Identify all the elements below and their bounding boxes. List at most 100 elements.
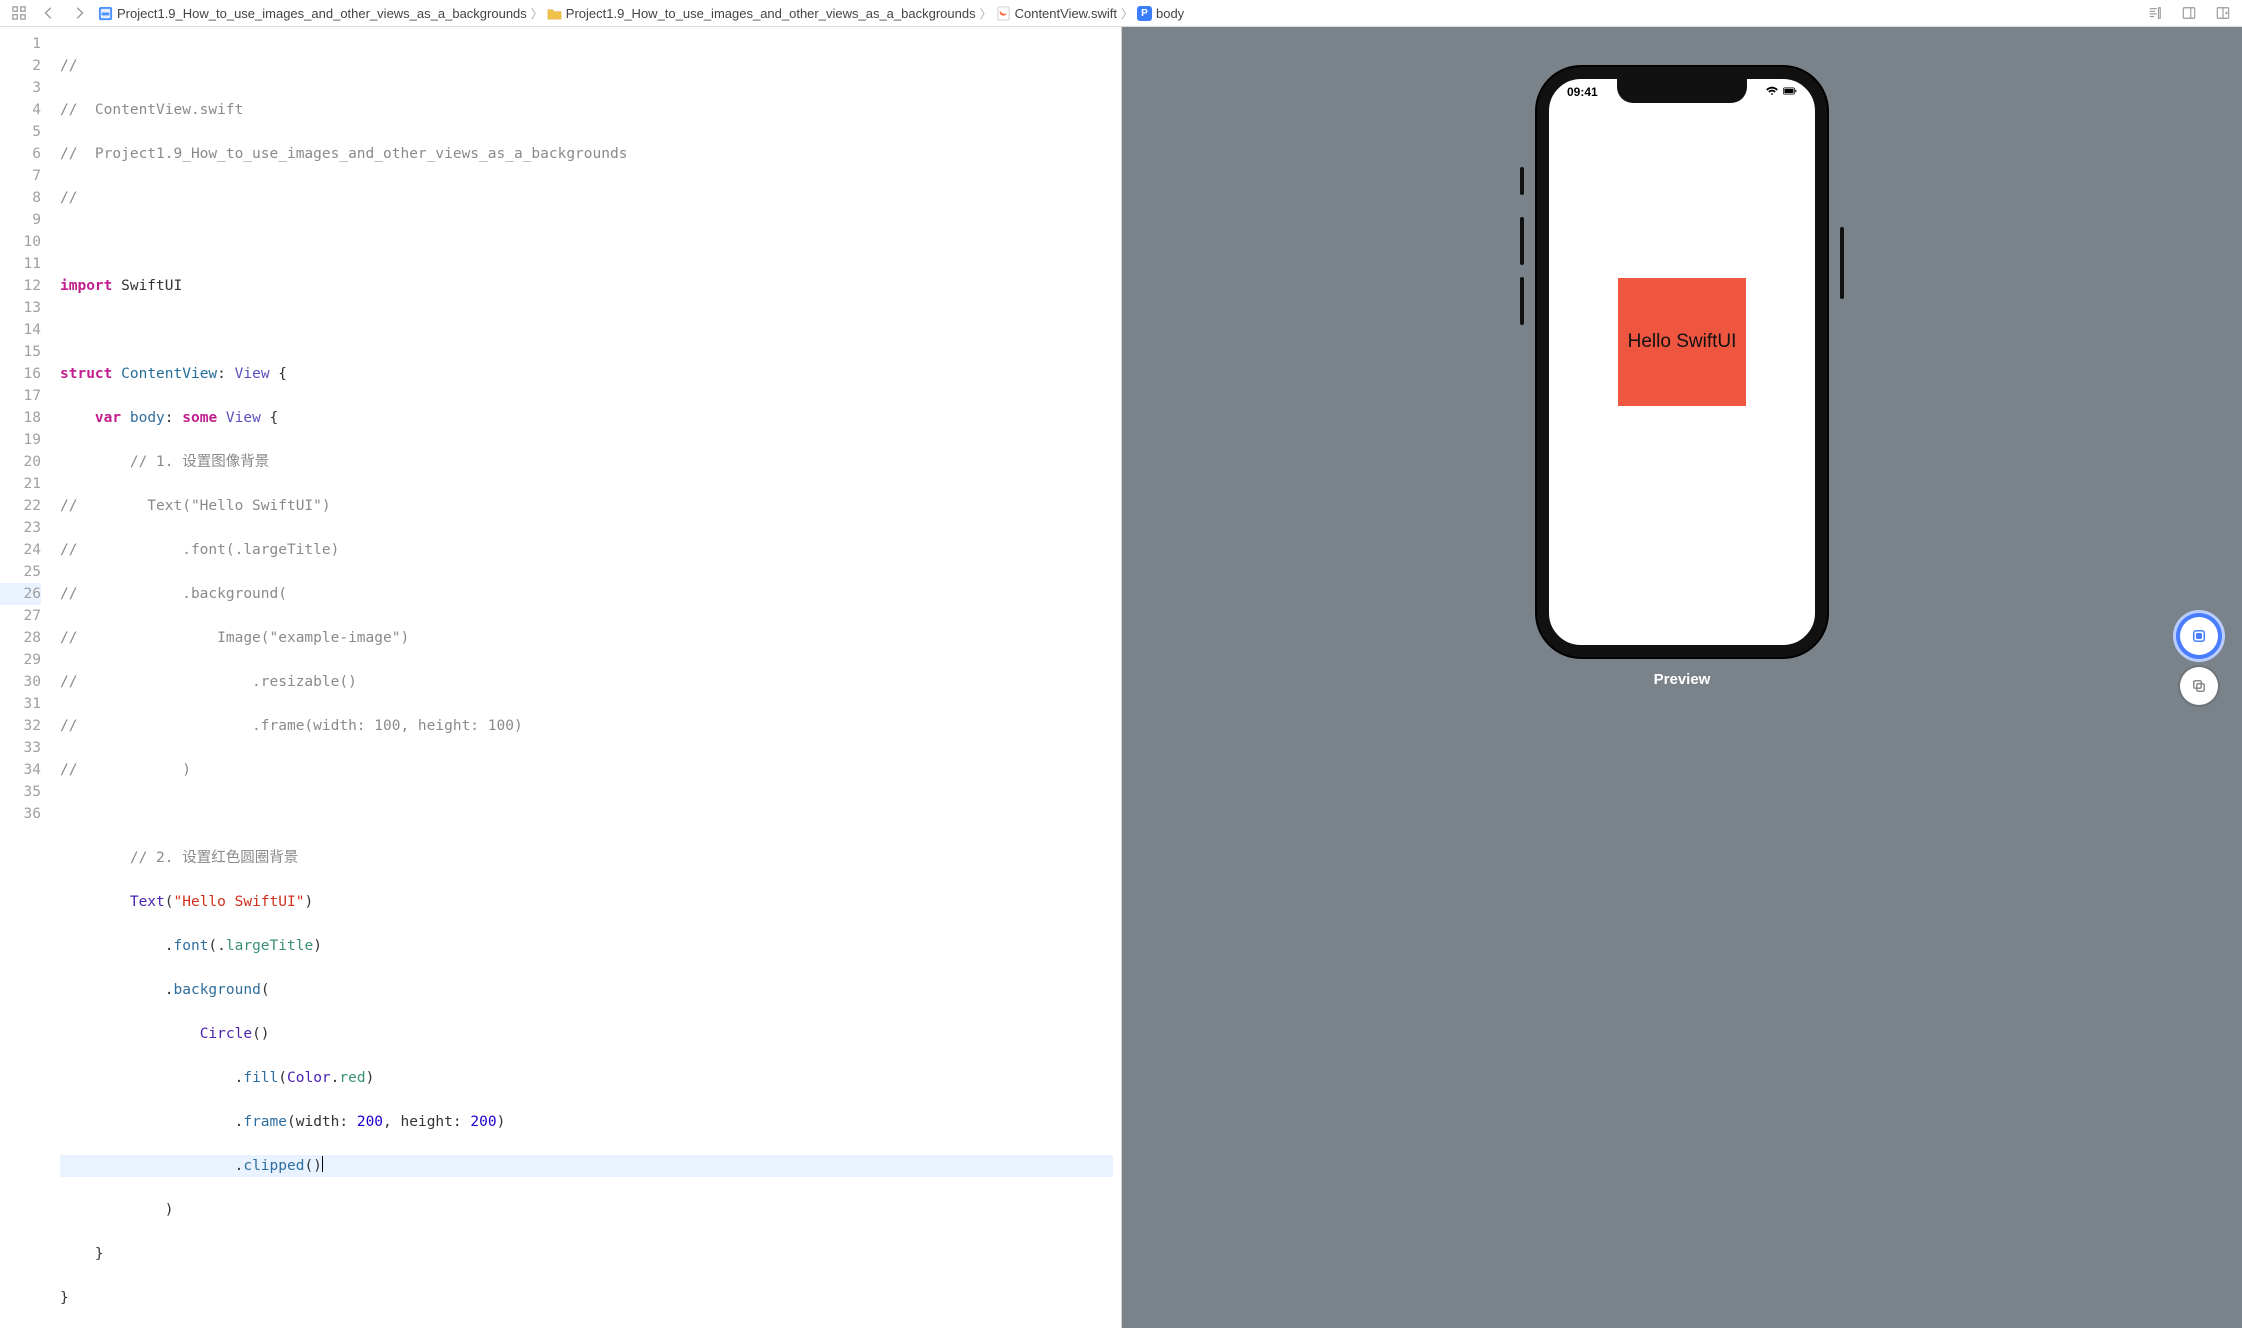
line-number: 24: [0, 539, 41, 561]
code-token: [60, 1114, 235, 1130]
duplicate-preview-button[interactable]: [2180, 667, 2218, 705]
code-token: [217, 410, 226, 426]
line-number: 35: [0, 781, 41, 803]
line-number: 31: [0, 693, 41, 715]
breadcrumb-symbol-label: body: [1156, 6, 1184, 21]
canvas-toggle-icon[interactable]: [2178, 2, 2200, 24]
add-editor-icon[interactable]: [2212, 2, 2234, 24]
code-token: {: [270, 366, 287, 382]
code-token: }: [95, 1246, 104, 1262]
line-number-gutter: 1234567891011121314151617181920212223242…: [0, 27, 52, 1328]
minimap-toggle-icon[interactable]: [2144, 2, 2166, 24]
code-area[interactable]: // // ContentView.swift // Project1.9_Ho…: [52, 27, 1121, 1328]
code-token: [60, 982, 165, 998]
device-mute-switch: [1520, 167, 1524, 195]
code-token: :: [217, 366, 234, 382]
code-token: 200: [470, 1114, 496, 1130]
chevron-right-icon: 〉: [1121, 5, 1133, 22]
line-number: 8: [0, 187, 41, 209]
code-token: View: [235, 366, 270, 382]
chevron-right-icon: 〉: [980, 5, 992, 22]
breadcrumb-symbol[interactable]: P body: [1137, 6, 1184, 21]
code-token: // Project1.9_How_to_use_images_and_othe…: [60, 146, 627, 162]
code-token: Text: [130, 894, 165, 910]
live-preview-button[interactable]: [2180, 617, 2218, 655]
code-token: [121, 410, 130, 426]
nav-forward-icon[interactable]: [68, 2, 90, 24]
code-token: [60, 850, 130, 866]
wifi-icon: [1765, 85, 1779, 99]
related-items-icon[interactable]: [8, 2, 30, 24]
breadcrumb-project-label: Project1.9_How_to_use_images_and_other_v…: [117, 6, 527, 21]
breadcrumb-file[interactable]: ContentView.swift: [996, 6, 1117, 21]
preview-label: Preview: [1654, 671, 1711, 688]
line-number: 10: [0, 231, 41, 253]
device-power-button: [1840, 227, 1844, 299]
line-number: 30: [0, 671, 41, 693]
breadcrumb-folder[interactable]: Project1.9_How_to_use_images_and_other_v…: [547, 6, 976, 21]
code-token: .: [165, 982, 174, 998]
code-token: [112, 366, 121, 382]
line-number: 6: [0, 143, 41, 165]
line-number: 21: [0, 473, 41, 495]
preview-text-label: Hello SwiftUI: [1628, 331, 1737, 353]
line-number: 18: [0, 407, 41, 429]
device-frame: 09:41 Hello SwiftUI: [1537, 67, 1827, 657]
device-volume-down: [1520, 277, 1524, 325]
line-number: 20: [0, 451, 41, 473]
code-token: ): [497, 1114, 506, 1130]
line-number: 19: [0, 429, 41, 451]
code-token: red: [339, 1070, 365, 1086]
code-token: frame: [243, 1114, 287, 1130]
text-cursor: [322, 1156, 323, 1172]
code-token: [60, 1026, 200, 1042]
code-token: (: [287, 1114, 296, 1130]
nav-back-icon[interactable]: [38, 2, 60, 24]
line-number: 34: [0, 759, 41, 781]
code-token: clipped: [243, 1158, 304, 1174]
code-token: (: [208, 938, 217, 954]
preview-content: Hello SwiftUI: [1549, 67, 1815, 615]
code-token: background: [174, 982, 261, 998]
code-token: // 1. 设置图像背景: [130, 454, 269, 470]
code-token: // Text("Hello SwiftUI"): [60, 498, 331, 514]
code-token: [60, 894, 130, 910]
line-number: 9: [0, 209, 41, 231]
code-token: // .frame(width: 100, height: 100): [60, 718, 523, 734]
line-number: 12: [0, 275, 41, 297]
swift-file-icon: [996, 6, 1011, 21]
code-token: :: [165, 410, 182, 426]
statusbar-time: 09:41: [1567, 85, 1598, 99]
code-token: font: [174, 938, 209, 954]
code-token: // .font(.largeTitle): [60, 542, 339, 558]
preview-canvas[interactable]: 09:41 Hello SwiftUI: [1121, 27, 2242, 1328]
code-token: import: [60, 278, 112, 294]
folder-icon: [547, 6, 562, 21]
code-token: var: [95, 410, 121, 426]
chevron-right-icon: 〉: [531, 5, 543, 22]
code-token: [60, 938, 165, 954]
property-badge-icon: P: [1137, 6, 1152, 21]
project-icon: [98, 6, 113, 21]
line-number: 7: [0, 165, 41, 187]
code-editor[interactable]: 1234567891011121314151617181920212223242…: [0, 27, 1121, 1328]
code-token: ): [165, 1202, 174, 1218]
line-number: 5: [0, 121, 41, 143]
breadcrumb-project[interactable]: Project1.9_How_to_use_images_and_other_v…: [98, 6, 527, 21]
line-number: 23: [0, 517, 41, 539]
device-volume-up: [1520, 217, 1524, 265]
code-token: fill: [243, 1070, 278, 1086]
code-token: ContentView: [121, 366, 217, 382]
code-token: // ContentView.swift: [60, 102, 243, 118]
code-token: // .background(: [60, 586, 287, 602]
code-token: (: [278, 1070, 287, 1086]
code-token: Color: [287, 1070, 331, 1086]
line-number: 15: [0, 341, 41, 363]
line-number: 13: [0, 297, 41, 319]
code-token: largeTitle: [226, 938, 313, 954]
code-token: ): [366, 1070, 375, 1086]
line-number: 2: [0, 55, 41, 77]
line-number: 26: [0, 583, 41, 605]
code-token: {: [261, 410, 278, 426]
breadcrumb: Project1.9_How_to_use_images_and_other_v…: [0, 0, 2242, 27]
